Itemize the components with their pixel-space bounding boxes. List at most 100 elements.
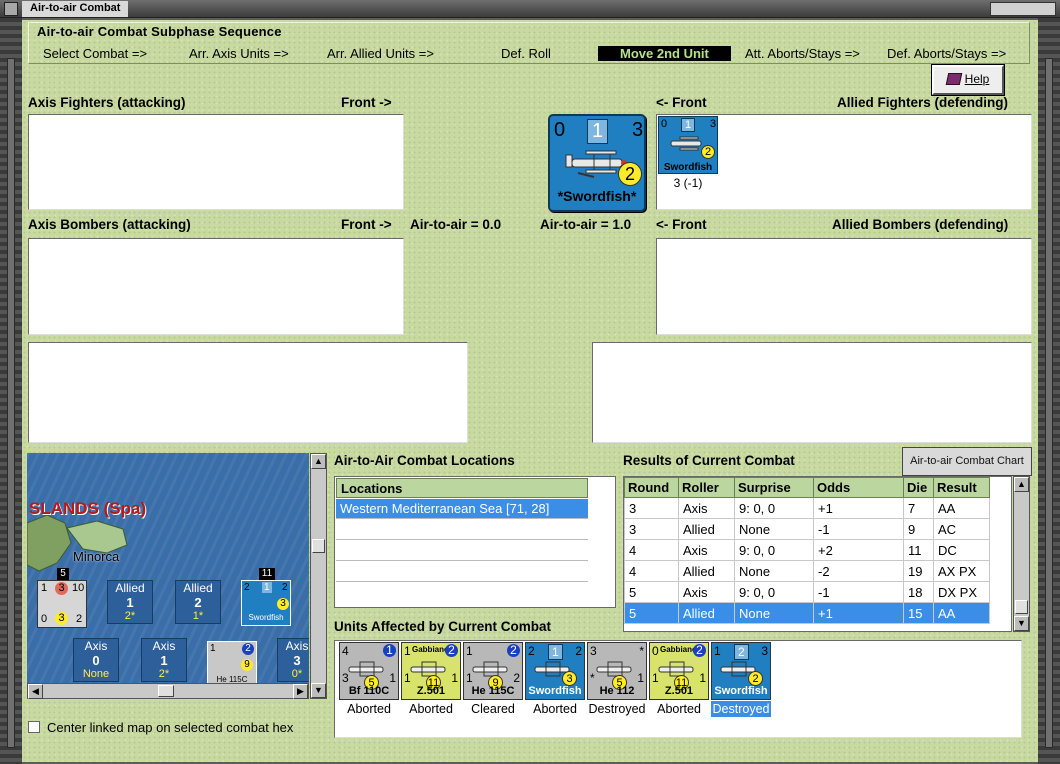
- location-row-empty[interactable]: [336, 583, 588, 603]
- allied-extra-box[interactable]: [592, 342, 1032, 443]
- unit-top-right-value: 2: [445, 644, 458, 657]
- step-def-aborts-stays: Def. Aborts/Stays =>: [887, 46, 1007, 61]
- selected-unit-middle-value: 1: [587, 119, 609, 144]
- map-he115c-counter[interactable]: 1 2 9 He 115C: [207, 641, 257, 687]
- affected-unit[interactable]: 1 2 1 2 9 He 115C Cleared: [463, 642, 523, 717]
- axis-extra-box[interactable]: [28, 342, 468, 443]
- air-combat-chart-button[interactable]: Air-to-air Combat Chart: [902, 447, 1032, 476]
- unit-name: Z.501: [416, 685, 446, 697]
- window-controls[interactable]: [990, 2, 1056, 16]
- linked-map[interactable]: SLANDS (Spa) Minorca 5 1 3 10 0 3 2 Alli…: [27, 453, 309, 699]
- result-row[interactable]: 4 Allied None -2 19 AX PX: [624, 560, 990, 582]
- result-row-selected[interactable]: 5 Allied None +1 15 AA: [624, 602, 990, 624]
- map-box-axis-3[interactable]: Axis 3 0*: [277, 638, 309, 682]
- unit-counter[interactable]: 4 1 3 1 5 Bf 110C: [339, 642, 399, 700]
- locations-title: Air-to-Air Combat Locations: [334, 453, 515, 468]
- unit-variant-label: Gabbiano: [412, 645, 449, 654]
- axis-bombers-box[interactable]: [28, 238, 404, 335]
- unit-name: He 112: [599, 685, 635, 697]
- left-frame: [0, 18, 22, 764]
- unit-bottom-right-value: 1: [389, 671, 396, 685]
- location-row-empty[interactable]: [336, 520, 588, 540]
- allied-fighter-caption: 3 (-1): [673, 176, 703, 190]
- unit-top-left-value: 1: [466, 644, 473, 658]
- map-stack-left[interactable]: 1 3 10 0 3 2: [37, 580, 87, 628]
- map-box-axis-1[interactable]: Axis 1 2*: [141, 638, 187, 682]
- affected-unit[interactable]: 4 1 3 1 5 Bf 110C Aborted: [339, 642, 399, 717]
- map-stack-right[interactable]: 2 1 2 3 Swordfish: [241, 580, 291, 626]
- results-vscroll[interactable]: ▲ ▼: [1013, 476, 1030, 632]
- unit-counter[interactable]: 1 2 1 2 9 He 115C: [463, 642, 523, 700]
- unit-counter[interactable]: 1 Gabbiano 2 1 1 11 Z.501: [401, 642, 461, 700]
- unit-bottom-right-value: 1: [699, 671, 706, 685]
- help-button[interactable]: Help: [932, 65, 1004, 95]
- selected-unit-left-value: 0: [554, 119, 566, 141]
- client-area: Air-to-air Combat Subphase Sequence Sele…: [22, 20, 1038, 762]
- locations-header: Locations: [336, 478, 588, 498]
- allied-fighters-front-label: <- Front: [656, 95, 707, 110]
- col-surprise[interactable]: Surprise: [734, 477, 814, 498]
- axis-fighters-label: Axis Fighters (attacking): [28, 95, 186, 110]
- window-title: Air-to-air Combat: [22, 1, 129, 17]
- map-hscroll[interactable]: ◀ ▶: [27, 683, 309, 699]
- unit-counter[interactable]: 0 Gabbiano 2 1 1 11 Z.501: [649, 642, 709, 700]
- center-map-label: Center linked map on selected combat hex: [47, 720, 294, 735]
- axis-fighters-box[interactable]: [28, 114, 404, 210]
- center-map-checkbox[interactable]: [28, 721, 40, 733]
- unit-counter[interactable]: 2 1 2 3 Swordfish: [525, 642, 585, 700]
- subphase-sequence: Air-to-air Combat Subphase Sequence Sele…: [28, 22, 1030, 64]
- unit-top-left-value: 1: [714, 644, 721, 658]
- result-row[interactable]: 3 Axis 9: 0, 0 +1 7 AA: [624, 497, 990, 519]
- map-island-label: Minorca: [73, 549, 120, 564]
- affected-unit[interactable]: 3 * * 1 5 He 112 Destroyed: [587, 642, 647, 717]
- unit-counter[interactable]: 1 2 3 2 Swordfish: [711, 642, 771, 700]
- unit-circle-value: 3: [562, 671, 577, 686]
- unit-variant-label: Gabbiano: [660, 645, 697, 654]
- result-row[interactable]: 3 Allied None -1 9 AC: [624, 518, 990, 540]
- allied-bombers-box[interactable]: [656, 238, 1032, 335]
- unit-name: He 115C: [471, 685, 515, 697]
- window-menu-icon[interactable]: [4, 2, 18, 16]
- location-row-empty[interactable]: [336, 541, 588, 561]
- location-row[interactable]: Western Mediterranean Sea [71, 28]: [336, 499, 588, 519]
- unit-bottom-left-value: *: [590, 671, 595, 685]
- unit-circle-value: 2: [748, 671, 763, 686]
- unit-top-left-value: 1: [404, 644, 411, 658]
- result-row[interactable]: 5 Axis 9: 0, 0 -1 18 DX PX: [624, 581, 990, 603]
- step-select-combat: Select Combat =>: [43, 46, 148, 61]
- col-round[interactable]: Round: [624, 477, 679, 498]
- col-die[interactable]: Die: [903, 477, 934, 498]
- map-box-allied-1[interactable]: Allied 1 2*: [107, 580, 153, 624]
- title-bar: Air-to-air Combat: [0, 0, 1060, 18]
- location-row-empty[interactable]: [336, 562, 588, 582]
- unit-top-right-value: 3: [761, 644, 768, 658]
- affected-unit[interactable]: 2 1 2 3 Swordfish Aborted: [525, 642, 585, 717]
- affected-unit[interactable]: 1 2 3 2 Swordfish Destroyed: [711, 642, 771, 717]
- affected-unit[interactable]: 0 Gabbiano 2 1 1 11 Z.501 Aborted: [649, 642, 709, 717]
- unit-status: Destroyed: [711, 701, 771, 717]
- unit-name: Bf 110C: [348, 685, 390, 697]
- unit-top-left-value: 0: [652, 644, 659, 658]
- col-result[interactable]: Result: [933, 477, 990, 498]
- axis-bombers-label: Axis Bombers (attacking): [28, 217, 191, 232]
- map-box-allied-2[interactable]: Allied 2 1*: [175, 580, 221, 624]
- affected-unit[interactable]: 1 Gabbiano 2 1 1 11 Z.501 Aborted: [401, 642, 461, 717]
- col-odds[interactable]: Odds: [813, 477, 904, 498]
- scroll-down-icon: ▼: [311, 683, 326, 698]
- unit-counter[interactable]: 3 * * 1 5 He 112: [587, 642, 647, 700]
- selected-unit-counter[interactable]: 0 1 3 2 *Swordfish*: [548, 114, 646, 212]
- unit-status: Cleared: [471, 702, 515, 716]
- map-vscroll[interactable]: ▲ ▼: [310, 453, 327, 699]
- col-roller[interactable]: Roller: [678, 477, 735, 498]
- unit-status: Destroyed: [588, 702, 646, 716]
- unit-bottom-left-value: 3: [342, 671, 349, 685]
- map-box-axis-0[interactable]: Axis 0 None: [73, 638, 119, 682]
- step-arr-axis-units: Arr. Axis Units =>: [189, 46, 289, 61]
- help-book-icon: [945, 73, 962, 85]
- selected-unit-right-value: 3: [632, 119, 644, 141]
- unit-top-right-value: 2: [507, 644, 520, 657]
- result-row[interactable]: 4 Axis 9: 0, 0 +2 11 DC: [624, 539, 990, 561]
- unit-bottom-right-value: 1: [451, 671, 458, 685]
- allied-fighter-counter[interactable]: 0 1 3 2 Swordfish: [658, 116, 718, 174]
- unit-status: Aborted: [657, 702, 701, 716]
